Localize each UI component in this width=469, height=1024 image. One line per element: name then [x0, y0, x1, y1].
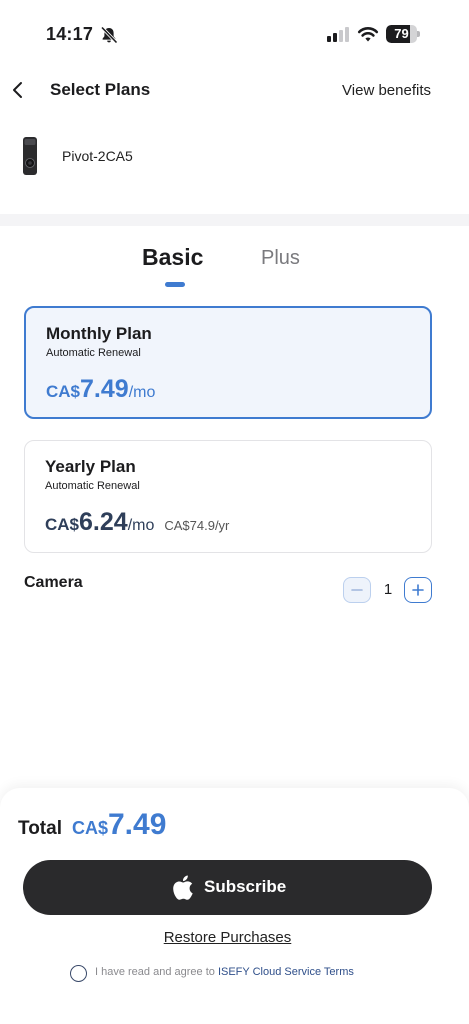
- battery-percent: 79: [394, 26, 409, 41]
- plan-renewal: Automatic Renewal: [46, 347, 141, 359]
- bell-slash-icon: [100, 26, 118, 44]
- back-chevron-icon[interactable]: [6, 78, 30, 102]
- plan-name: Monthly Plan: [46, 324, 152, 343]
- plan-price: CA$7.49/mo: [46, 375, 155, 404]
- tab-plus[interactable]: Plus: [261, 247, 300, 270]
- page-title: Select Plans: [50, 80, 151, 99]
- total-row: Total CA$7.49: [18, 808, 166, 842]
- agree-terms-radio[interactable]: [70, 965, 87, 982]
- price-currency: CA$: [46, 382, 81, 401]
- status-bar: 14:17 79: [0, 0, 469, 60]
- increase-quantity-button[interactable]: [404, 577, 432, 603]
- section-divider: [0, 214, 469, 226]
- price-unit: /mo: [127, 517, 155, 534]
- subscribe-label: Subscribe: [204, 877, 287, 896]
- yearly-plan-card[interactable]: Yearly Plan Automatic Renewal CA$6.24/mo…: [24, 440, 432, 553]
- battery-indicator: 79: [386, 25, 420, 43]
- doorbell-device-image: [23, 137, 37, 175]
- camera-label: Camera: [24, 574, 83, 591]
- cellular-signal-icon: [327, 27, 349, 42]
- restore-purchases-link[interactable]: Restore Purchases: [0, 929, 455, 946]
- decrease-quantity-button[interactable]: [343, 577, 371, 603]
- service-terms-link[interactable]: ISEFY Cloud Service Terms: [218, 966, 354, 978]
- tab-active-indicator: [165, 282, 185, 287]
- device-name: Pivot-2CA5: [62, 148, 133, 164]
- apple-logo-icon: [173, 875, 193, 900]
- price-amount: 6.24: [79, 508, 128, 536]
- total-amount: 7.49: [108, 808, 167, 841]
- agree-text: I have read and agree to ISEFY Cloud Ser…: [95, 966, 354, 978]
- price-currency: CA$: [45, 515, 80, 534]
- agree-label: I have read and agree to: [95, 966, 218, 978]
- camera-quantity-row: Camera 1: [0, 570, 469, 610]
- subscribe-button[interactable]: Subscribe: [23, 860, 432, 915]
- minus-icon: [351, 589, 363, 591]
- status-time: 14:17: [46, 24, 94, 44]
- plan-name: Yearly Plan: [45, 457, 136, 476]
- terms-agreement-row: I have read and agree to ISEFY Cloud Ser…: [70, 964, 450, 984]
- wifi-icon: [357, 27, 379, 42]
- total-currency: CA$: [71, 818, 108, 838]
- device-row: Pivot-2CA5: [0, 130, 469, 184]
- quantity-value: 1: [383, 581, 393, 598]
- price-amount: 7.49: [80, 375, 129, 403]
- price-unit: /mo: [128, 384, 156, 401]
- plus-icon: [412, 584, 424, 596]
- nav-bar: Select Plans View benefits: [0, 70, 469, 110]
- plan-price: CA$6.24/mo CA$74.9/yr: [45, 508, 229, 537]
- total-label: Total: [18, 818, 62, 839]
- view-benefits-link[interactable]: View benefits: [342, 82, 431, 99]
- yearly-total-price: CA$74.9/yr: [164, 518, 230, 533]
- checkout-panel: Total CA$7.49 Subscribe Restore Purchases…: [0, 788, 469, 1024]
- plan-renewal: Automatic Renewal: [45, 480, 140, 492]
- monthly-plan-card[interactable]: Monthly Plan Automatic Renewal CA$7.49/m…: [24, 306, 432, 419]
- tab-basic[interactable]: Basic: [142, 244, 203, 271]
- plan-tabs: Basic Plus: [0, 240, 469, 290]
